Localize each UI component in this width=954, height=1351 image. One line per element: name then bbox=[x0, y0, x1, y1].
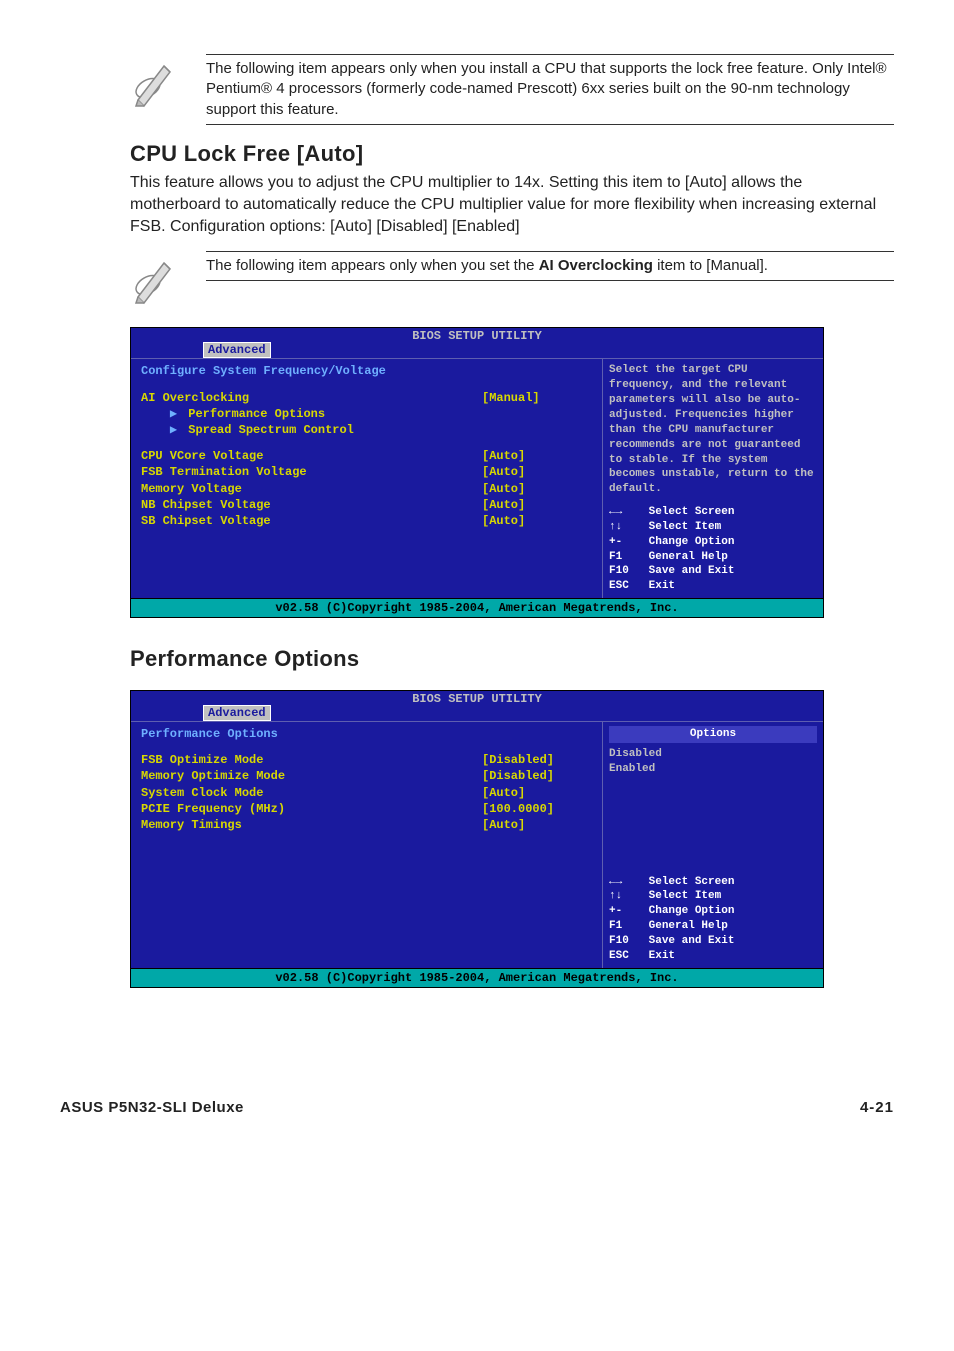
bios-item[interactable]: ▶ Performance Options bbox=[141, 406, 592, 422]
bios-item[interactable]: NB Chipset Voltage[Auto] bbox=[141, 497, 592, 513]
bios-left-pane: Performance Options FSB Optimize Mode[Di… bbox=[131, 722, 603, 968]
bios-item[interactable]: ▶ Spread Spectrum Control bbox=[141, 422, 592, 438]
pencil-icon bbox=[130, 251, 180, 311]
bios-footer: v02.58 (C)Copyright 1985-2004, American … bbox=[131, 598, 823, 617]
bios-nav-hint: F1 General Help bbox=[609, 550, 817, 565]
bios-item[interactable]: Memory Timings[Auto] bbox=[141, 817, 592, 833]
bios-screenshot: BIOS SETUP UTILITY Advanced Configure Sy… bbox=[130, 327, 824, 618]
bios-nav-hint: F10 Save and Exit bbox=[609, 564, 817, 579]
heading-performance-options: Performance Options bbox=[130, 644, 894, 674]
pencil-icon bbox=[130, 54, 180, 114]
heading-cpu-lock-free: CPU Lock Free [Auto] bbox=[130, 139, 894, 169]
bios-option[interactable]: Disabled bbox=[609, 747, 817, 762]
bios-item[interactable]: AI Overclocking[Manual] bbox=[141, 390, 592, 406]
note-text: The following item appears only when you… bbox=[206, 251, 894, 281]
bios-nav-hint: ESC Exit bbox=[609, 949, 817, 964]
bios-option[interactable]: Enabled bbox=[609, 762, 817, 777]
bios-nav-hint: F10 Save and Exit bbox=[609, 934, 817, 949]
footer-page-num: 4-21 bbox=[860, 1098, 894, 1118]
note-text: The following item appears only when you… bbox=[206, 54, 894, 125]
bios-right-pane: Options DisabledEnabled ←→ Select Screen… bbox=[603, 722, 823, 968]
bios-item[interactable]: Memory Optimize Mode[Disabled] bbox=[141, 768, 592, 784]
bios-nav-hint: ESC Exit bbox=[609, 579, 817, 594]
bios-item[interactable]: PCIE Frequency (MHz)[100.0000] bbox=[141, 801, 592, 817]
bios-item[interactable]: Memory Voltage[Auto] bbox=[141, 481, 592, 497]
bios-item[interactable]: FSB Termination Voltage[Auto] bbox=[141, 464, 592, 480]
bios-left-pane: Configure System Frequency/Voltage AI Ov… bbox=[131, 359, 603, 598]
bios-nav-hint: ←→ Select Screen bbox=[609, 875, 817, 890]
info-note: The following item appears only when you… bbox=[130, 54, 894, 125]
bios-item[interactable]: FSB Optimize Mode[Disabled] bbox=[141, 752, 592, 768]
bios-footer: v02.58 (C)Copyright 1985-2004, American … bbox=[131, 968, 823, 987]
bios-tab-advanced[interactable]: Advanced bbox=[203, 705, 271, 721]
bios-nav-hint: +- Change Option bbox=[609, 535, 817, 550]
bios-nav-hint: +- Change Option bbox=[609, 904, 817, 919]
info-note: The following item appears only when you… bbox=[130, 251, 894, 311]
bios-nav-hint: ↑↓ Select Item bbox=[609, 889, 817, 904]
bios-item[interactable]: CPU VCore Voltage[Auto] bbox=[141, 448, 592, 464]
bios-nav-hint: ↑↓ Select Item bbox=[609, 520, 817, 535]
bios-item[interactable]: SB Chipset Voltage[Auto] bbox=[141, 513, 592, 529]
bios-screenshot: BIOS SETUP UTILITY Advanced Performance … bbox=[130, 690, 824, 988]
footer-product: ASUS P5N32-SLI Deluxe bbox=[60, 1098, 244, 1118]
bios-right-pane: Select the target CPU frequency, and the… bbox=[603, 359, 823, 598]
bios-nav-hint: ←→ Select Screen bbox=[609, 505, 817, 520]
body-cpu-lock-free: This feature allows you to adjust the CP… bbox=[130, 172, 894, 237]
bios-help-text: Select the target CPU frequency, and the… bbox=[609, 363, 817, 497]
bios-item[interactable]: System Clock Mode[Auto] bbox=[141, 785, 592, 801]
page-footer: ASUS P5N32-SLI Deluxe 4-21 bbox=[60, 1098, 894, 1118]
bios-nav-hint: F1 General Help bbox=[609, 919, 817, 934]
options-header: Options bbox=[609, 726, 817, 743]
bios-tab-advanced[interactable]: Advanced bbox=[203, 342, 271, 358]
